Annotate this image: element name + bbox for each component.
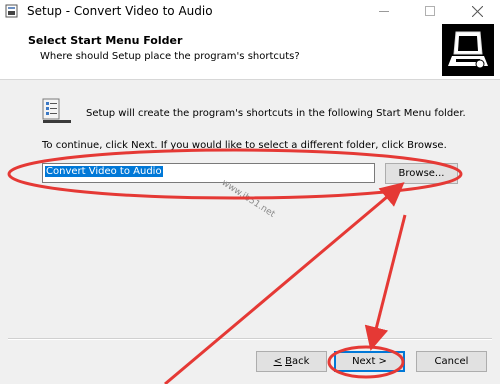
footer-divider — [8, 338, 492, 340]
instruction-text: To continue, click Next. If you would li… — [42, 140, 447, 151]
close-button[interactable] — [454, 0, 500, 22]
shortcut-info-text: Setup will create the program's shortcut… — [86, 108, 466, 119]
setup-app-icon — [5, 4, 18, 18]
close-icon — [471, 5, 483, 17]
browse-button[interactable]: Browse... — [385, 163, 458, 184]
page-title: Select Start Menu Folder — [28, 34, 183, 47]
back-button[interactable]: < Back — [256, 351, 327, 372]
start-menu-folder-icon — [42, 98, 71, 123]
maximize-icon — [425, 6, 435, 16]
back-button-label: < Back — [273, 356, 310, 367]
watermark-text: www.jb51.net — [219, 178, 277, 220]
page-subtitle: Where should Setup place the program's s… — [40, 51, 300, 62]
minimize-icon — [379, 10, 389, 12]
cancel-button[interactable]: Cancel — [416, 351, 487, 372]
setup-logo-icon — [442, 24, 494, 76]
start-menu-folder-input[interactable]: Convert Video to Audio — [42, 163, 375, 183]
maximize-button[interactable] — [407, 0, 453, 22]
window-title: Setup - Convert Video to Audio — [27, 4, 213, 18]
arrow-to-next — [364, 214, 407, 351]
next-button[interactable]: Next > — [334, 351, 405, 372]
title-bar: Setup - Convert Video to Audio — [0, 0, 500, 22]
folder-input-value: Convert Video to Audio — [45, 166, 163, 177]
wizard-header: Select Start Menu Folder Where should Se… — [0, 22, 500, 80]
minimize-button[interactable] — [361, 0, 407, 22]
